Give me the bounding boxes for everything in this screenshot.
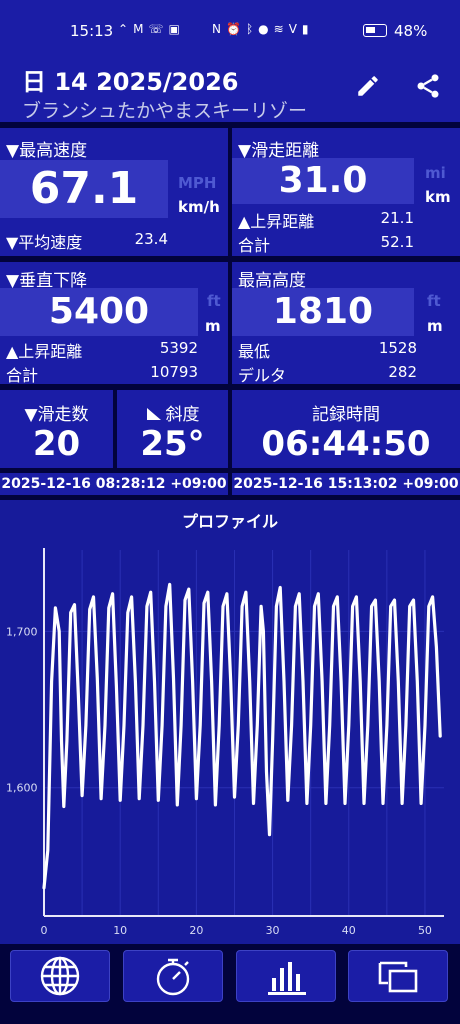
alarm-icon: ⏰ [225,22,246,36]
max-speed-label: ▼最高速度 [6,141,88,161]
unit-km[interactable]: km [425,188,451,206]
max-speed-value: 67.1 [29,163,139,214]
slope-label: 斜度 [165,405,200,425]
x-tick-label: 40 [342,924,356,937]
bluetooth-icon: ᛒ [245,22,259,36]
volte-icon: V [288,22,302,36]
x-tick-label: 20 [189,924,203,937]
unit-m[interactable]: m [427,317,443,335]
x-tick-label: 0 [41,924,48,937]
status-notification-icons: ⌃M☏▣ [118,22,185,36]
share-button[interactable] [410,68,446,104]
total-value: 10793 [150,363,198,381]
x-tick-label: 30 [266,924,280,937]
delta-label: デルタ [238,366,287,385]
vertical-descent-value: 5400 [48,291,150,332]
battery-icon [363,24,387,37]
recording-time-label: 記録時間 [312,405,380,425]
total-distance-value: 52.1 [380,233,414,251]
ski-distance-panel[interactable]: ▼滑走距離 31.0 mi km ▲上昇距離 21.1 合計 52.1 [232,128,460,256]
ascent-distance-value: 21.1 [380,209,414,227]
status-bar: 15:13 ⌃M☏▣ N⏰ᛒ●≋V▮ 48% [0,0,460,58]
stopwatch-icon [156,958,190,996]
nav-stats-button[interactable] [236,950,336,1002]
status-time: 15:13 [70,22,114,40]
x-tick-label: 50 [418,924,432,937]
runs-label: ▼滑走数 [24,405,89,425]
bar-chart-icon [268,962,306,995]
status-system-icons: N⏰ᛒ●≋V▮ [212,22,314,36]
profile-chart[interactable]: 0 10 20 30 40 50 1,600 1,700 [0,500,460,944]
max-altitude-value: 1810 [272,291,374,332]
ascent-label: ▲上昇距離 [6,342,83,361]
runs-value: 20 [32,424,81,464]
unit-mi[interactable]: mi [425,164,446,182]
app-header: 日 14 2025/2026 ブランシュたかやまスキーリゾー [0,58,460,122]
total-label: 合計 [6,366,39,385]
max-speed-panel[interactable]: ▼最高速度 67.1 MPH km/h ▼平均速度 23.4 [0,128,228,256]
bottom-navigation [0,944,460,1024]
y-tick-label: 1,700 [6,625,38,638]
delta-value: 282 [388,363,417,381]
nav-map-button[interactable] [10,950,110,1002]
nav-slides-button[interactable] [348,950,448,1002]
end-datetime: 2025-12-16 15:13:02 +09:00 [232,473,460,495]
slope-header: 斜度 [117,400,228,425]
wifi-calling-icon: ☏ [148,22,169,36]
avg-speed-label: ▼平均速度 [6,233,83,252]
wallet-icon: ▣ [168,22,185,36]
ascent-value: 5392 [159,339,198,357]
vertical-descent-panel[interactable]: ▼垂直下降 5400 ft m ▲上昇距離 5392 合計 10793 [0,262,228,385]
recording-time-value: 06:44:50 [261,424,431,464]
cell-signal-icon: ▮ [301,22,314,36]
location-icon: ● [258,22,274,36]
nav-stopwatch-button[interactable] [123,950,223,1002]
page-title: 日 14 2025/2026 [22,68,239,96]
wifi-icon: ≋ [273,22,289,36]
x-tick-label: 10 [113,924,127,937]
min-altitude-label: 最低 [238,342,271,361]
slides-icon [378,961,418,993]
unit-mph[interactable]: MPH [178,174,216,192]
y-tick-label: 1,600 [6,782,38,795]
profile-chart-panel: プロファイル 0 10 20 30 40 50 1,600 1,700 [0,500,460,944]
slope-panel[interactable]: 斜度 25° [117,390,228,468]
altitude-profile-line [42,582,442,890]
nfc-icon: N [212,22,226,36]
min-altitude-value: 1528 [378,339,417,357]
runs-panel[interactable]: ▼滑走数 20 [0,390,113,468]
globe-icon [40,956,80,996]
ascent-distance-label: ▲上昇距離 [238,212,315,231]
start-datetime: 2025-12-16 08:28:12 +09:00 [0,473,228,495]
pencil-icon [358,76,378,96]
max-altitude-panel[interactable]: 最高高度 1810 ft m 最低 1528 デルタ 282 [232,262,460,385]
gmail-icon: M [133,22,149,36]
edit-button[interactable] [350,68,386,104]
unit-ft[interactable]: ft [207,292,221,310]
unit-ft[interactable]: ft [427,292,441,310]
unit-m[interactable]: m [205,317,221,335]
share-icon [417,74,439,98]
battery-percent: 48% [394,22,428,40]
slope-icon [146,408,161,420]
recording-time-panel[interactable]: 記録時間 06:44:50 [232,390,460,468]
signal-swoosh-icon: ⌃ [118,22,134,36]
total-distance-label: 合計 [238,236,271,255]
avg-speed-value: 23.4 [134,230,168,248]
slope-value: 25° [140,424,205,464]
unit-kmh[interactable]: km/h [178,198,220,216]
ski-distance-value: 31.0 [278,160,368,201]
resort-name[interactable]: ブランシュたかやまスキーリゾー [22,96,307,123]
